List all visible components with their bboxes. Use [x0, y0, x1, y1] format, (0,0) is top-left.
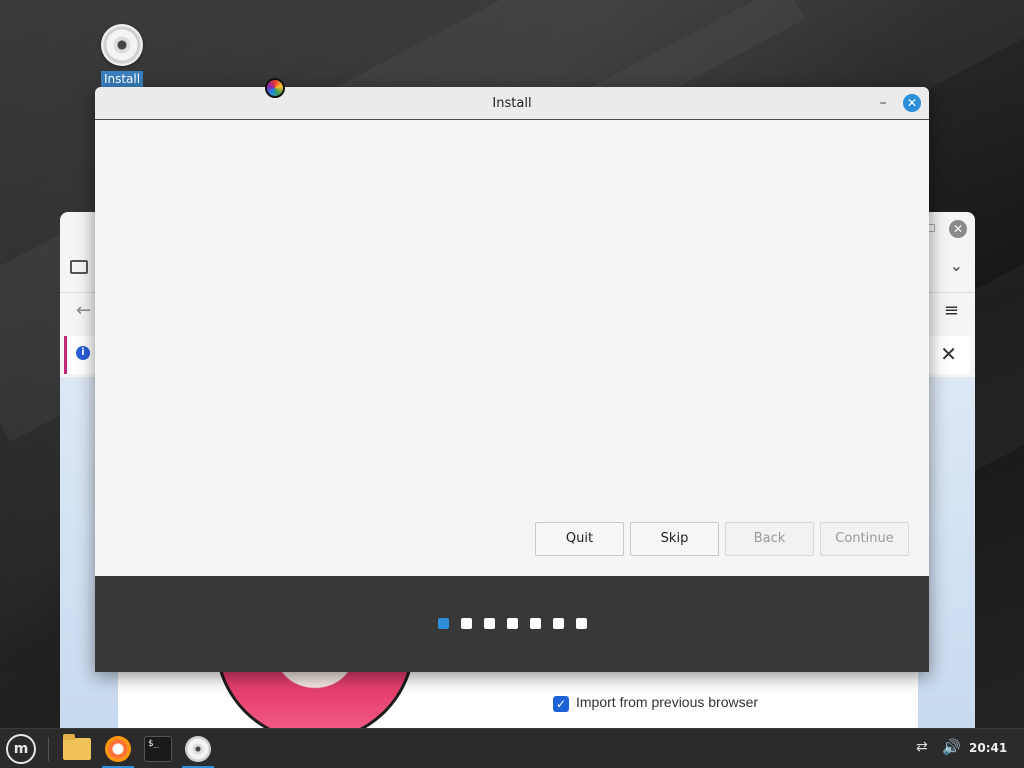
tab-overview-icon[interactable]	[70, 260, 88, 274]
firefox-icon	[105, 736, 131, 762]
continue-button[interactable]: Continue	[820, 522, 909, 556]
import-checkbox[interactable]: ✓	[553, 696, 569, 712]
folder-icon	[63, 734, 91, 760]
taskbar-separator	[48, 737, 49, 761]
hamburger-menu-icon[interactable]: ≡	[944, 300, 959, 321]
progress-dots	[95, 618, 929, 629]
desktop-install-icon[interactable]: Install	[98, 24, 146, 87]
volume-icon[interactable]: 🔊	[942, 738, 961, 756]
progress-step-dot	[506, 618, 518, 629]
info-icon: i	[76, 346, 90, 360]
quit-button[interactable]: Quit	[535, 522, 624, 556]
files-launcher[interactable]	[59, 731, 95, 767]
import-checkbox-label: Import from previous browser	[576, 694, 759, 710]
busy-cursor-icon	[265, 78, 285, 98]
install-launcher[interactable]	[180, 731, 216, 768]
clock[interactable]: 20:41	[969, 741, 1007, 755]
chevron-down-icon[interactable]: ⌄	[950, 256, 963, 275]
close-button[interactable]: ✕	[903, 94, 921, 112]
browser-close-icon[interactable]: ✕	[949, 220, 967, 238]
firefox-launcher[interactable]	[100, 731, 136, 768]
install-footer	[95, 576, 929, 672]
progress-step-dot	[483, 618, 495, 629]
skip-button[interactable]: Skip	[630, 522, 719, 556]
notification-close-icon[interactable]: ✕	[940, 342, 957, 366]
install-dialog: Install – ✕ Quit Skip Back Continue	[95, 87, 929, 672]
install-titlebar[interactable]: Install – ✕	[95, 87, 929, 120]
desktop-icon-label: Install	[100, 71, 144, 87]
back-arrow-icon[interactable]: ←	[76, 300, 91, 321]
disc-icon	[185, 736, 211, 762]
minimize-button[interactable]: –	[875, 94, 891, 112]
progress-step-dot	[437, 618, 449, 629]
back-button[interactable]: Back	[725, 522, 814, 556]
install-title: Install	[492, 96, 532, 111]
disc-icon	[101, 24, 143, 66]
taskbar: m $_ ⇄ 🔊 20:41	[0, 728, 1024, 768]
progress-step-dot	[552, 618, 564, 629]
progress-step-dot	[460, 618, 472, 629]
mint-menu-button[interactable]: m	[6, 734, 36, 764]
network-icon[interactable]: ⇄	[916, 739, 928, 755]
terminal-icon: $_	[144, 736, 172, 762]
progress-step-dot	[529, 618, 541, 629]
progress-step-dot	[575, 618, 587, 629]
terminal-launcher[interactable]: $_	[140, 731, 176, 767]
